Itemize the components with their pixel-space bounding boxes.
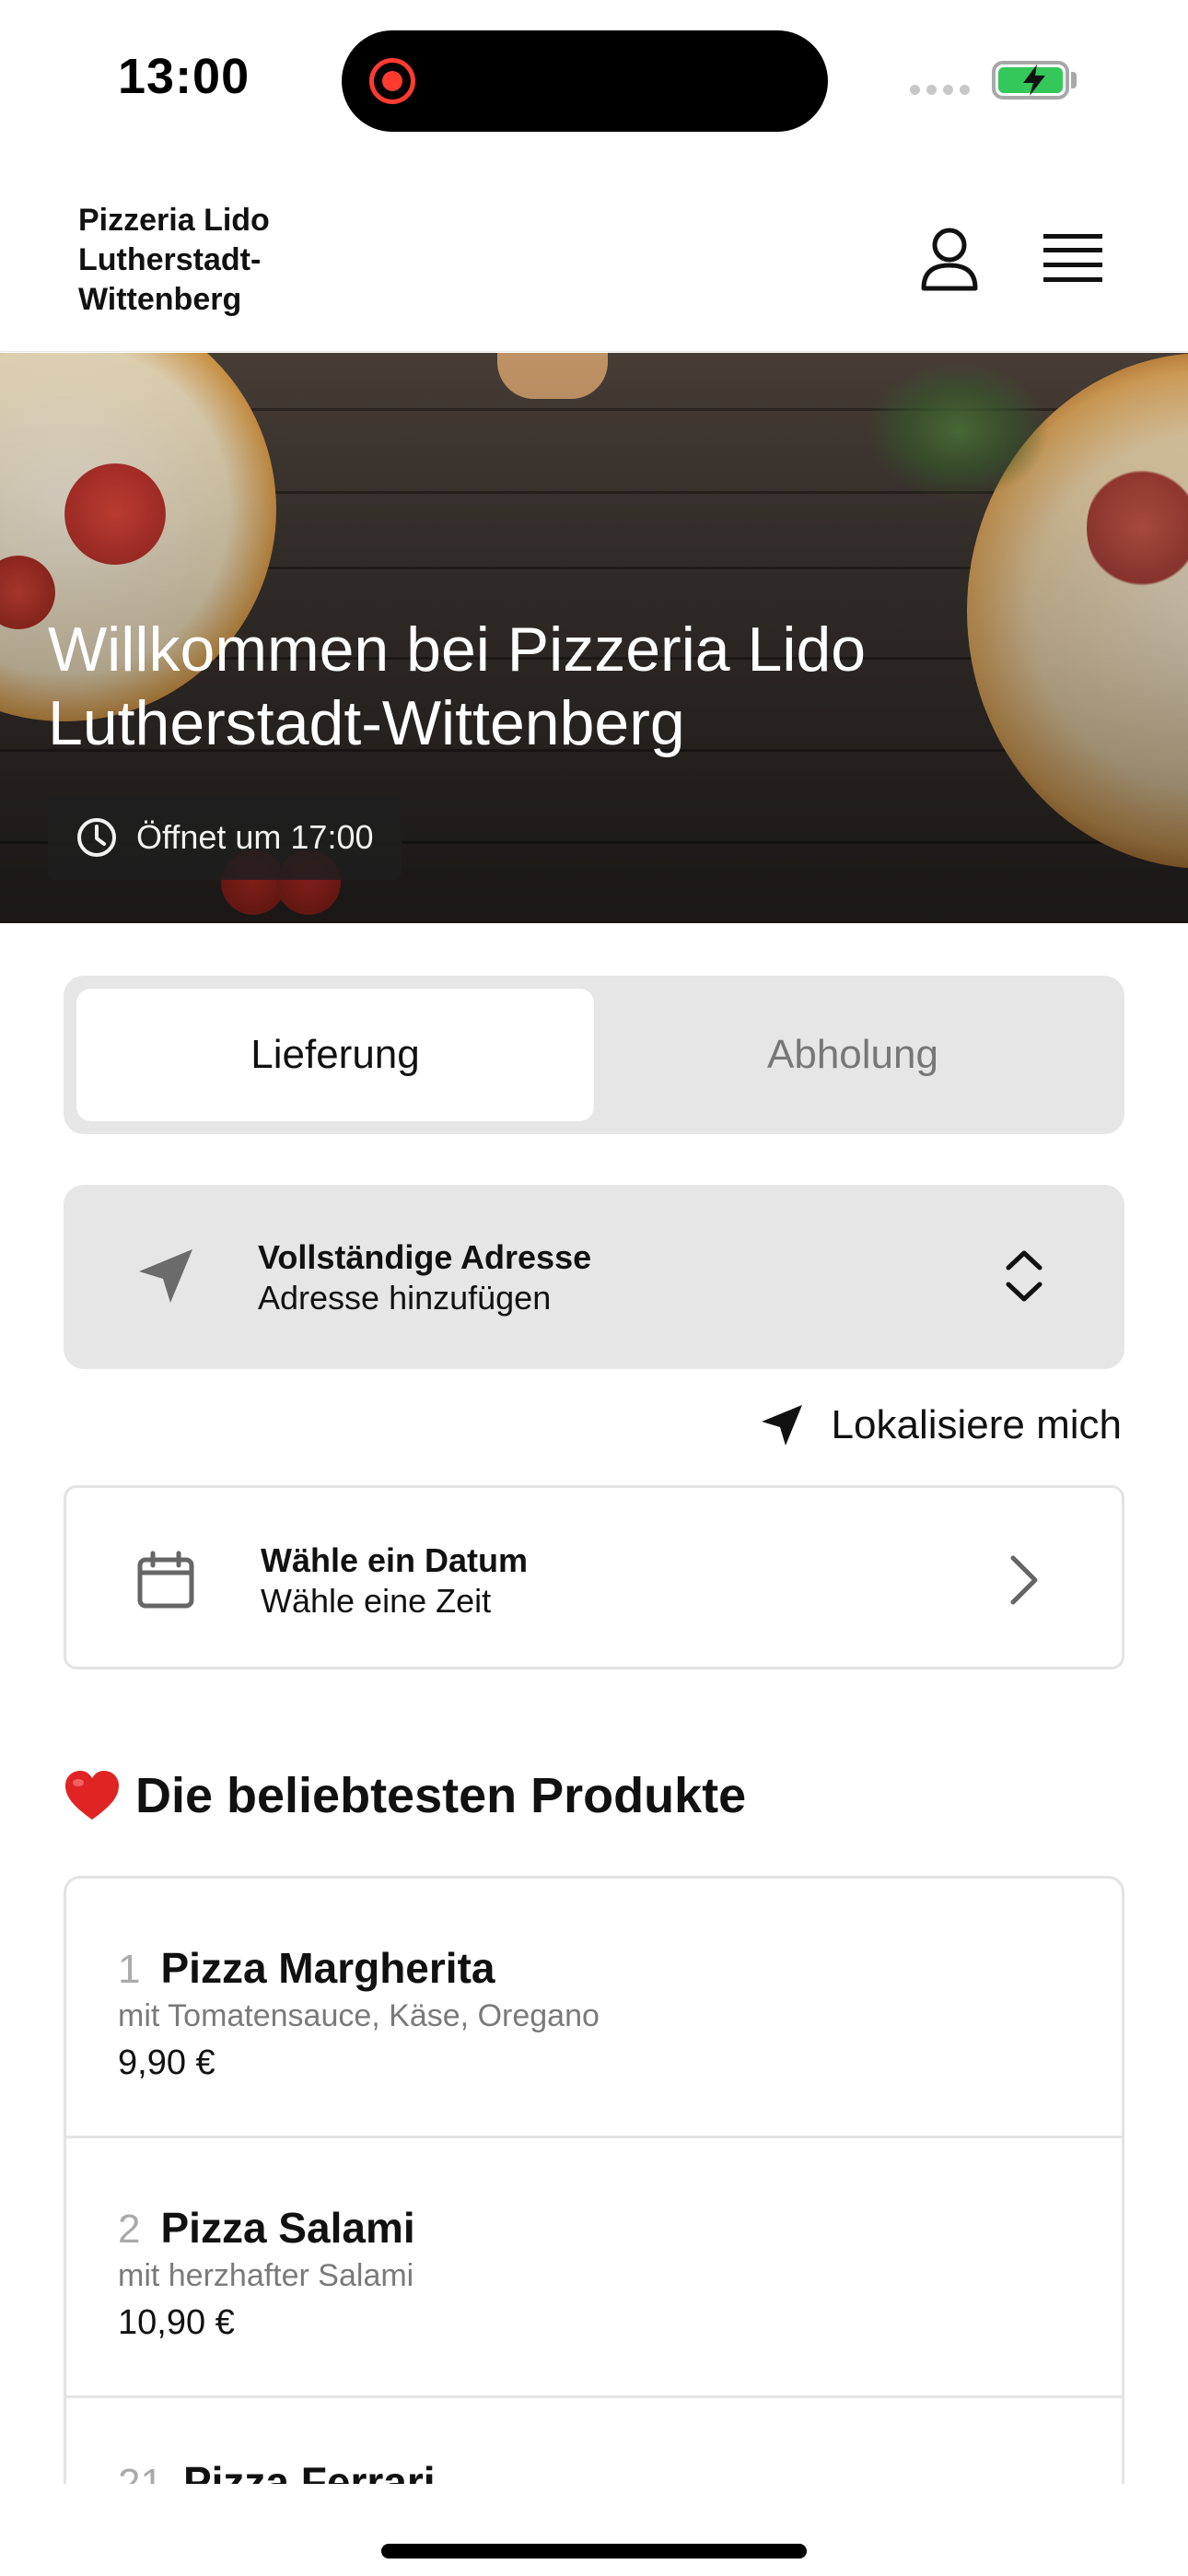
product-price: 10,90 € [118, 2303, 235, 2342]
menu-icon[interactable] [1043, 232, 1102, 284]
cellular-signal-icon [910, 85, 970, 95]
list-item[interactable]: 2 Pizza Salami mit herzhafter Salami 10,… [66, 2138, 1122, 2398]
address-title: Vollständige Adresse [258, 1238, 592, 1276]
welcome-title: Willkommen bei Pizzeria Lido Lutherstadt… [48, 615, 867, 758]
navigation-arrow-icon [139, 1249, 192, 1303]
address-subtitle: Adresse hinzufügen [258, 1279, 552, 1317]
chevron-up-down-icon [1006, 1250, 1042, 1302]
clock-icon [77, 818, 116, 857]
status-time: 13:00 [118, 49, 250, 104]
list-item[interactable]: 1 Pizza Margherita mit Tomatensauce, Käs… [66, 1879, 1122, 2138]
charging-bolt-icon [1023, 64, 1045, 96]
product-name: Pizza Margherita [160, 1944, 495, 1992]
locate-me-button[interactable]: Lokalisiere mich [760, 1402, 1122, 1448]
product-description: mit herzhafter Salami [118, 2258, 414, 2293]
product-rank: 1 [118, 1947, 141, 1992]
recording-indicator-icon [369, 58, 415, 104]
popular-products-title: Die beliebtesten Produkte [135, 1768, 747, 1823]
tab-pickup[interactable]: Abholung [594, 989, 1112, 1121]
status-bar: 13:00 [0, 0, 1188, 157]
order-mode-toggle: Lieferung Abholung [64, 976, 1124, 1134]
popular-products-heading: Die beliebtesten Produkte [64, 1767, 746, 1824]
hero-banner: Willkommen bei Pizzeria Lido Lutherstadt… [0, 353, 1188, 923]
app-header: Pizzeria Lido Lutherstadt-Wittenberg [0, 184, 1188, 352]
location-arrow-icon [761, 1405, 802, 1446]
tab-delivery[interactable]: Lieferung [76, 989, 594, 1121]
product-price: 9,90 € [118, 2043, 215, 2082]
product-description: mit Tomatensauce, Käse, Oregano [118, 1998, 600, 2033]
chevron-right-icon [1010, 1555, 1038, 1605]
product-name: Pizza Ferrari [182, 2458, 436, 2484]
list-item[interactable]: 21 Pizza Ferrari [66, 2398, 1122, 2484]
calendar-icon [137, 1551, 194, 1609]
date-title: Wähle ein Datum [261, 1541, 529, 1579]
time-subtitle: Wähle eine Zeit [261, 1582, 492, 1620]
opening-hours-text: Öffnet um 17:00 [136, 818, 374, 856]
product-rank: 2 [118, 2207, 141, 2252]
date-time-selector[interactable]: Wähle ein Datum Wähle eine Zeit [64, 1485, 1124, 1669]
heart-icon [65, 1771, 119, 1820]
product-name: Pizza Salami [160, 2204, 415, 2252]
product-rank: 21 [118, 2461, 163, 2484]
opening-hours-badge: Öffnet um 17:00 [48, 795, 402, 880]
battery-icon [992, 61, 1069, 100]
locate-me-label: Lokalisiere mich [831, 1402, 1122, 1447]
user-icon[interactable] [919, 227, 980, 291]
dynamic-island [342, 30, 828, 132]
battery-cap [1071, 72, 1077, 88]
product-list: 1 Pizza Margherita mit Tomatensauce, Käs… [64, 1876, 1124, 2484]
address-selector[interactable]: Vollständige Adresse Adresse hinzufügen [64, 1185, 1124, 1369]
restaurant-name[interactable]: Pizzeria Lido Lutherstadt-Wittenberg [78, 201, 355, 320]
home-indicator[interactable] [381, 2544, 807, 2558]
